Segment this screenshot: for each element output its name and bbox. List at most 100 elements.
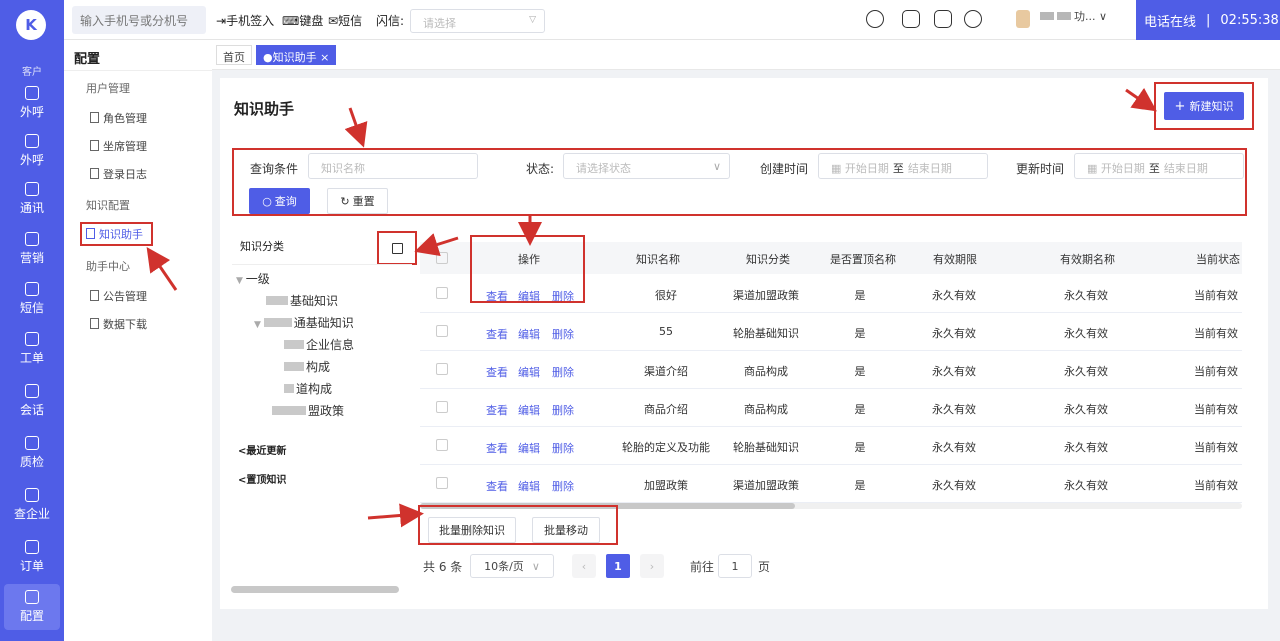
view-button[interactable]: 查看 [486, 402, 508, 418]
flash-select[interactable]: 请选择 ▽ [410, 9, 545, 33]
table-cell: 永久有效 [1064, 365, 1108, 378]
view-button[interactable]: 查看 [486, 440, 508, 456]
row-checkbox[interactable] [436, 401, 448, 413]
rail-item-partial[interactable]: 客户 [4, 60, 60, 80]
edit-button[interactable]: 编辑 [518, 478, 540, 494]
rail-label: 会话 [19, 403, 44, 417]
row-checkbox[interactable] [436, 439, 448, 451]
table-cell: 是 [854, 479, 866, 492]
search-icon: ○ [262, 194, 272, 208]
view-button[interactable]: 查看 [486, 364, 508, 380]
sidebar-item-label: 公告管理 [103, 290, 147, 303]
tab-knowledge-assistant[interactable]: ●知识助手 × [256, 45, 337, 65]
tree-node[interactable]: ▼ 通基础知识 [254, 314, 354, 331]
book-icon[interactable] [934, 10, 952, 28]
delete-button[interactable]: 删除 [552, 364, 574, 380]
headset-icon[interactable] [866, 10, 884, 28]
created-date-range[interactable]: ▦ 开始日期至结束日期 [818, 153, 988, 179]
rail-item-marketing[interactable]: 营销 [4, 226, 60, 272]
main-panel: 知识助手 + 新建知识 查询条件 知识名称 状态: 请选择状态 ∨ 创建时间 ▦ 开… [220, 78, 1268, 609]
tab-bar: 首页 ●知识助手 × [212, 40, 1280, 70]
pinned-knowledge-link[interactable]: <置顶知识 [238, 471, 286, 486]
table-cell: 永久有效 [1064, 327, 1108, 340]
row-divider [420, 350, 1242, 351]
updated-date-range[interactable]: ▦ 开始日期至结束日期 [1074, 153, 1244, 179]
divider: | [1206, 12, 1211, 28]
view-button[interactable]: 查看 [486, 326, 508, 342]
sidebar-item-label: 数据下载 [103, 318, 147, 331]
user-name[interactable]: 功... ∨ [1040, 8, 1130, 28]
rail-item-ticket[interactable]: 工单 [4, 326, 60, 372]
rail-item-outbound-2[interactable]: 外呼 [4, 128, 60, 174]
sidebar-item-agents[interactable]: 坐席管理 [90, 138, 147, 154]
row-checkbox[interactable] [436, 287, 448, 299]
batch-delete-button[interactable]: 批量删除知识 [428, 517, 516, 543]
prev-page-button[interactable]: ‹ [572, 554, 596, 578]
rail-item-config[interactable]: 配置 [4, 584, 60, 630]
recent-updates-link[interactable]: <最近更新 [238, 442, 286, 457]
clipboard-icon [25, 332, 39, 346]
document-icon [90, 112, 99, 123]
edit-category-button[interactable] [377, 231, 417, 265]
goto-page-input[interactable]: 1 [718, 554, 752, 578]
select-all-checkbox[interactable] [436, 252, 448, 264]
rail-item-contacts[interactable]: 通讯 [4, 176, 60, 222]
tree-node-root[interactable]: ▼ 一级 [236, 270, 270, 287]
edit-button[interactable]: 编辑 [518, 402, 540, 418]
tree-node-label: 通基础知识 [293, 316, 354, 330]
edit-button[interactable]: 编辑 [518, 440, 540, 456]
table-cell: 当前有效 [1194, 441, 1238, 454]
phone-status-bar[interactable]: 电话在线|02:55:38▼ [1136, 0, 1280, 40]
tree-node[interactable]: 盟政策 [272, 402, 344, 419]
delete-button[interactable]: 删除 [552, 326, 574, 342]
status-select[interactable]: 请选择状态 ∨ [563, 153, 730, 179]
total-count: 共 6 条 [423, 560, 463, 574]
edit-button[interactable]: 编辑 [518, 326, 540, 342]
rail-item-session[interactable]: 会话 [4, 378, 60, 424]
row-checkbox[interactable] [436, 325, 448, 337]
sidebar-item-downloads[interactable]: 数据下载 [90, 316, 147, 332]
row-divider [420, 312, 1242, 313]
search-button[interactable]: ○ 查询 [249, 188, 310, 214]
edit-button[interactable]: 编辑 [518, 364, 540, 380]
rail-item-sms[interactable]: 短信 [4, 276, 60, 322]
rail-item-company[interactable]: 查企业 [4, 482, 60, 528]
tree-node[interactable]: 道构成 [284, 380, 332, 397]
rail-label: 短信 [19, 301, 44, 315]
sidebar-item-roles[interactable]: 角色管理 [90, 110, 147, 126]
sidebar-item-knowledge-assistant[interactable]: 知识助手 [80, 222, 153, 246]
view-button[interactable]: 查看 [486, 478, 508, 494]
new-knowledge-label: 新建知识 [1189, 100, 1234, 113]
tree-scrollbar[interactable] [231, 586, 399, 593]
delete-button[interactable]: 删除 [552, 402, 574, 418]
rail-item-orders[interactable]: 订单 [4, 534, 60, 580]
keyboard-button[interactable]: ⌨键盘 [282, 12, 323, 29]
next-page-button[interactable]: › [640, 554, 664, 578]
tab-home[interactable]: 首页 [216, 45, 252, 65]
rail-item-quality[interactable]: 质检 [4, 430, 60, 476]
row-checkbox[interactable] [436, 477, 448, 489]
batch-move-button[interactable]: 批量移动 [532, 517, 600, 543]
table-cell: 永久有效 [932, 479, 976, 492]
tree-node[interactable]: 企业信息 [284, 336, 354, 353]
app-logo: K [16, 10, 46, 40]
sms-button[interactable]: ✉短信 [328, 12, 362, 29]
tree-node[interactable]: 构成 [284, 358, 330, 375]
monitor-icon[interactable] [902, 10, 920, 28]
row-checkbox[interactable] [436, 363, 448, 375]
tree-node[interactable]: 基础知识 [266, 292, 338, 309]
sidebar-item-announcements[interactable]: 公告管理 [90, 288, 147, 304]
page-size-select[interactable]: 10条/页 ∨ [470, 554, 554, 578]
avatar[interactable] [1016, 10, 1030, 28]
reset-button[interactable]: ↻ 重置 [327, 188, 388, 214]
current-page[interactable]: 1 [606, 554, 630, 578]
delete-button[interactable]: 删除 [552, 440, 574, 456]
phone-number-input[interactable]: 输入手机号或分机号 [72, 6, 206, 34]
knowledge-name-input[interactable]: 知识名称 [308, 153, 478, 179]
delete-button[interactable]: 删除 [552, 478, 574, 494]
new-knowledge-button[interactable]: + 新建知识 [1164, 92, 1244, 120]
message-icon[interactable] [964, 10, 982, 28]
sign-in-button[interactable]: ⇥手机签入 [216, 12, 274, 29]
sidebar-item-login-log[interactable]: 登录日志 [90, 166, 147, 182]
rail-item-outbound-1[interactable]: 外呼 [4, 80, 60, 126]
